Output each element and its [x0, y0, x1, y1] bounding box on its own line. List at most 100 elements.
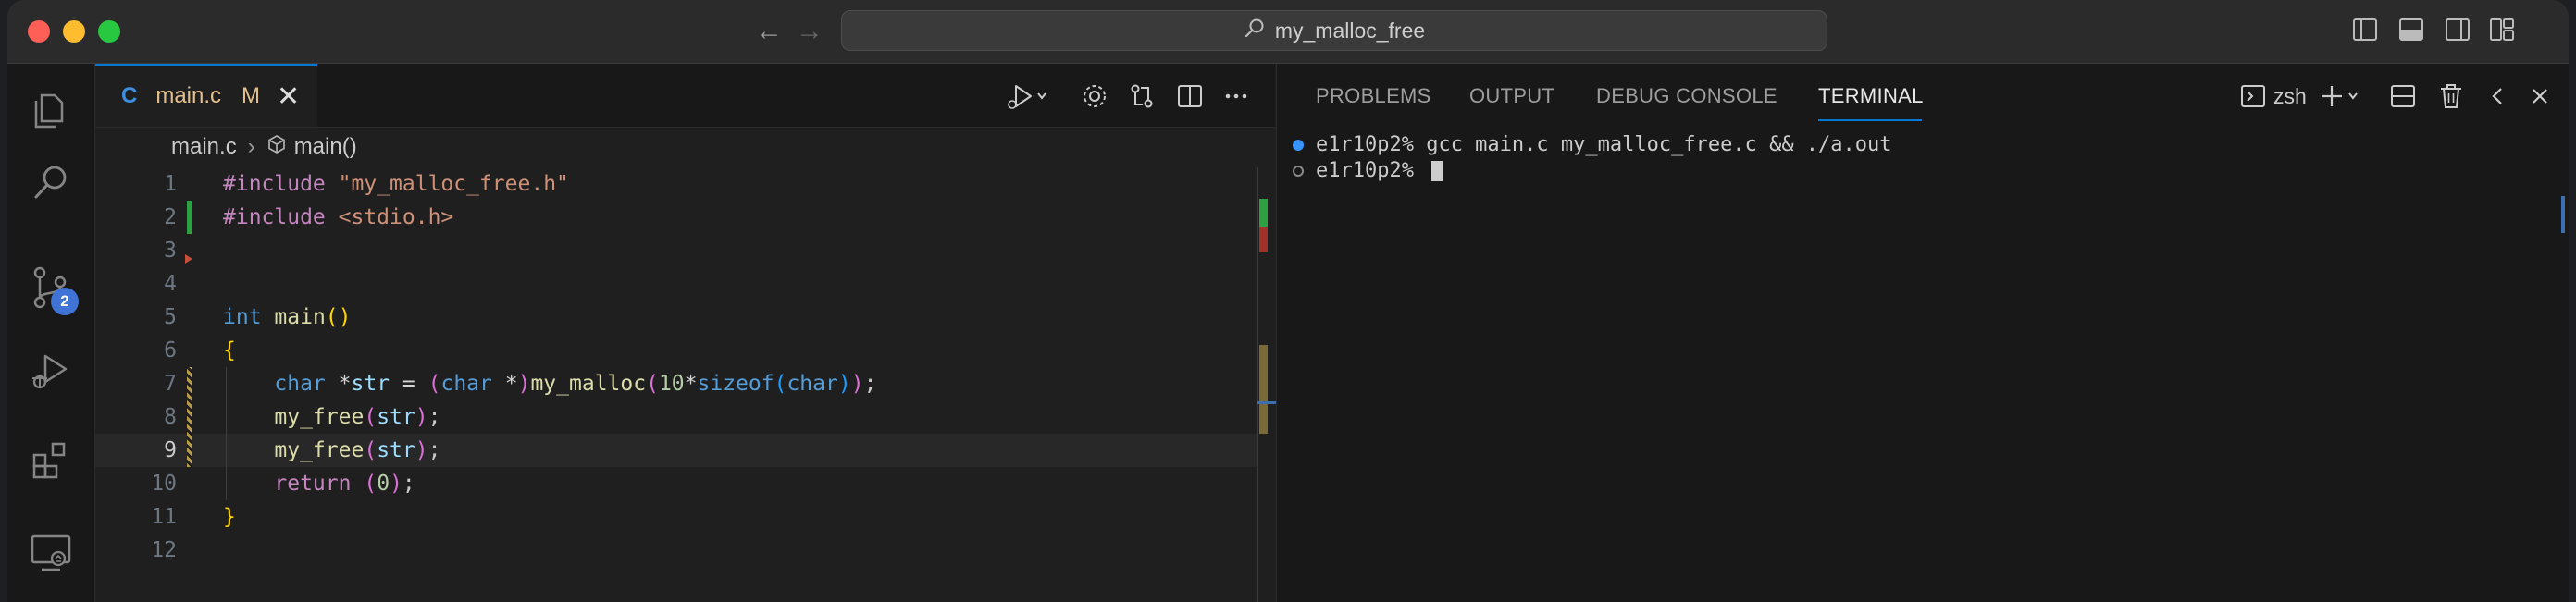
breadcrumb-symbol[interactable]: main() [294, 134, 357, 160]
run-debug-dropdown-icon[interactable] [1005, 82, 1049, 110]
line-number: 11 [151, 505, 177, 529]
overview-cursor-marker [1257, 401, 1276, 404]
bottom-panel: PROBLEMS OUTPUT DEBUG CONSOLE TERMINAL z… [1276, 64, 2569, 602]
code-line[interactable]: 7 char *str = (char *)my_malloc(10*sizeo… [95, 367, 1257, 400]
line-number: 1 [164, 172, 177, 196]
tab-filename: main.c [155, 83, 222, 108]
line-number: 6 [164, 338, 177, 362]
indent-guide [226, 367, 227, 500]
line-number: 3 [164, 239, 177, 263]
line-number: 10 [151, 472, 177, 496]
code-editor[interactable]: 1 #include "my_malloc_free.h" 2 #include… [95, 167, 1275, 602]
code-line[interactable]: 4 [95, 267, 1257, 301]
terminal-shell-name[interactable]: zsh [2273, 84, 2307, 109]
breadcrumb-file[interactable]: main.c [171, 134, 237, 160]
terminal-scrollbar[interactable] [2561, 196, 2565, 233]
search-label: my_malloc_free [1274, 18, 1426, 43]
close-icon[interactable]: ✕ [277, 80, 300, 113]
command-pending-dot [1293, 166, 1304, 177]
modified-indicator: M [242, 83, 261, 108]
vscode-window: ← → my_malloc_free 2 C main.c M ✕ main.c… [7, 0, 2569, 602]
trash-icon[interactable] [2437, 82, 2465, 110]
code-text: my_free(str); [274, 438, 441, 462]
line-number: 9 [164, 438, 177, 462]
code-line[interactable]: 12 [95, 534, 1257, 567]
line-number: 5 [164, 305, 177, 329]
code-line[interactable]: 11 } [95, 500, 1257, 534]
activity-bar: 2 [7, 64, 95, 602]
customize-layout-icon[interactable] [2489, 17, 2515, 43]
overview-added-marker [1259, 199, 1268, 227]
toggle-panel-icon[interactable] [2398, 17, 2424, 43]
tab-output[interactable]: OUTPUT [1469, 84, 1554, 108]
toggle-secondary-sidebar-icon[interactable] [2445, 17, 2471, 43]
code-line[interactable]: 2 #include <stdio.h> [95, 201, 1257, 234]
code-text: return (0); [274, 472, 415, 496]
line-number: 12 [151, 538, 177, 562]
chevron-right-icon: › [247, 134, 255, 159]
code-text: int main() [223, 305, 352, 329]
tab-debug-console[interactable]: DEBUG CONSOLE [1596, 84, 1777, 108]
new-terminal-plus-icon[interactable] [2320, 82, 2362, 110]
code-line[interactable]: 5 int main() [95, 301, 1257, 334]
line-number: 4 [164, 272, 177, 296]
compare-changes-icon[interactable] [1128, 82, 1156, 110]
method-cube-icon [266, 134, 287, 161]
source-control-badge: 2 [51, 288, 79, 315]
run-and-debug-icon[interactable] [29, 349, 73, 393]
code-line-current[interactable]: 9 my_free(str); [95, 434, 1257, 467]
code-line[interactable]: 3 [95, 234, 1257, 267]
code-text: my_free(str); [274, 405, 441, 429]
editor-tab-bar: C main.c M ✕ [95, 64, 1275, 128]
editor-group: C main.c M ✕ main.c › main() 1 #include [95, 64, 1276, 602]
forward-arrow-icon[interactable]: → [796, 13, 824, 50]
more-actions-icon[interactable] [1222, 82, 1250, 110]
command-success-dot[interactable] [1293, 140, 1304, 151]
code-line[interactable]: 1 #include "my_malloc_free.h" [95, 167, 1257, 201]
gutter-modified-marker[interactable] [187, 367, 192, 467]
tab-terminal[interactable]: TERMINAL [1818, 84, 1924, 108]
chevron-left-icon[interactable] [2483, 82, 2511, 110]
terminal-cursor [1431, 161, 1443, 181]
split-editor-icon[interactable] [1176, 82, 1204, 110]
overview-ruler-border [1257, 167, 1258, 602]
code-line[interactable]: 10 return (0); [95, 467, 1257, 500]
remote-explorer-icon[interactable] [29, 531, 73, 575]
toggle-primary-sidebar-icon[interactable] [2352, 17, 2378, 43]
terminal-icon[interactable] [2239, 82, 2267, 110]
gutter-deleted-marker[interactable] [185, 254, 192, 264]
line-number: 2 [164, 205, 177, 229]
tab-problems[interactable]: PROBLEMS [1316, 84, 1431, 108]
gutter-added-marker[interactable] [187, 201, 192, 234]
minimize-window-button[interactable] [63, 20, 85, 43]
overview-modified-marker [1259, 345, 1268, 434]
extensions-icon[interactable] [29, 438, 73, 483]
overview-deleted-marker [1259, 227, 1268, 252]
code-text: #include <stdio.h> [223, 205, 454, 229]
code-text: char *str = (char *)my_malloc(10*sizeof(… [274, 372, 877, 396]
line-number: 8 [164, 405, 177, 429]
close-window-button[interactable] [28, 20, 50, 43]
split-terminal-icon[interactable] [2389, 82, 2417, 110]
code-line[interactable]: 8 my_free(str); [95, 400, 1257, 434]
code-text: { [223, 338, 236, 362]
code-text: #include "my_malloc_free.h" [223, 172, 569, 196]
maximize-window-button[interactable] [98, 20, 120, 43]
terminal-prompt: e1r10p2% [1316, 159, 1427, 182]
back-arrow-icon[interactable]: ← [755, 13, 783, 50]
explorer-icon[interactable] [29, 86, 73, 130]
command-center-search[interactable]: my_malloc_free [841, 10, 1827, 51]
gear-icon[interactable] [1081, 82, 1108, 110]
title-bar: ← → my_malloc_free [7, 0, 2569, 64]
search-icon[interactable] [29, 160, 73, 204]
tab-main-c[interactable]: C main.c M ✕ [95, 64, 317, 127]
code-text: } [223, 505, 236, 529]
line-number: 7 [164, 372, 177, 396]
breadcrumb: main.c › main() [95, 127, 1275, 167]
terminal-line: e1r10p2% gcc main.c my_malloc_free.c && … [1316, 133, 1892, 156]
code-line[interactable]: 6 { [95, 334, 1257, 367]
terminal-prompt-line: e1r10p2% [1316, 158, 1443, 184]
search-icon [1244, 17, 1266, 45]
close-icon[interactable] [2526, 82, 2554, 110]
c-language-icon: C [121, 83, 138, 108]
